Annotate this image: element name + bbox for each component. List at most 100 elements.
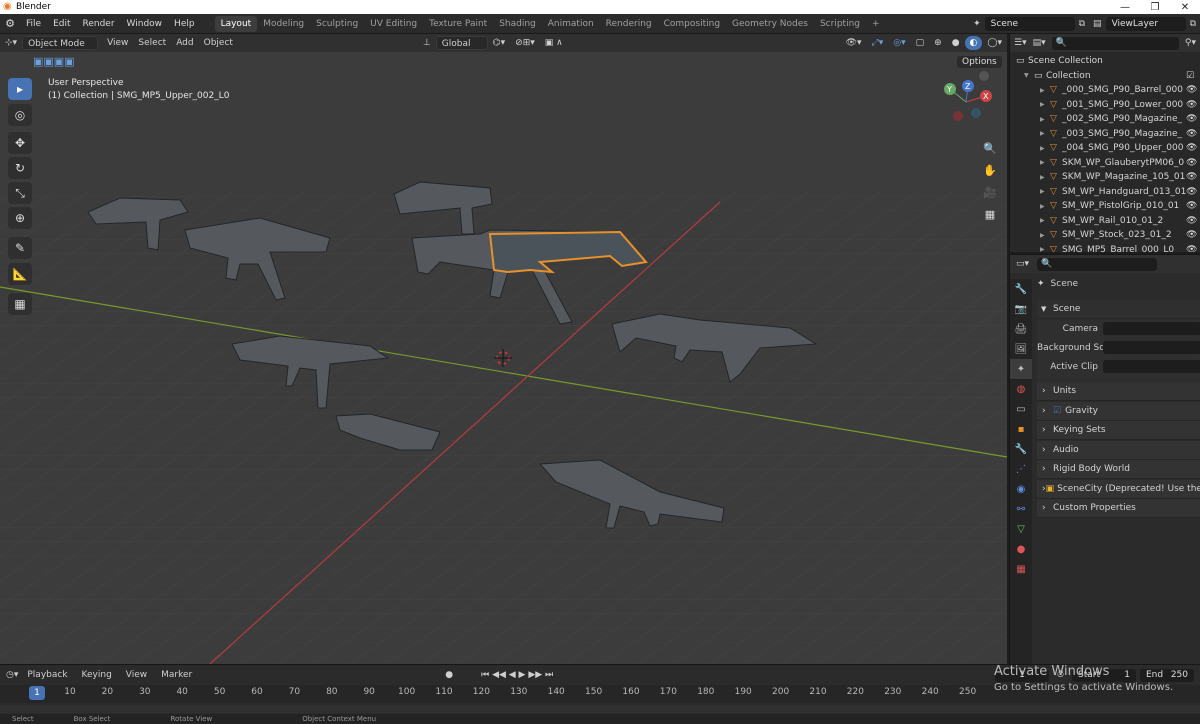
annotate-tool-icon[interactable]: ✎ [8,237,32,259]
playback-menu[interactable]: Playback [22,668,72,682]
eye-icon[interactable]: 👁 [1186,245,1200,252]
cursor-tool-icon[interactable]: ◎ [8,104,32,126]
camera-field[interactable] [1103,322,1200,335]
editor-type-icon[interactable]: ⊹▾ [0,36,22,50]
object-tab-icon[interactable]: ▪ [1010,419,1032,439]
add-cube-tool-icon[interactable]: ▦ [8,293,32,315]
display-mode-icon[interactable]: ▤▾ [1033,38,1046,48]
scene-tab-icon[interactable]: ✦ [1010,359,1032,379]
material-shading-icon[interactable]: ◐ [964,36,983,50]
render-tab-icon[interactable]: 📷 [1010,299,1032,319]
select-tool-icon[interactable]: ▸ [8,78,32,100]
particles-tab-icon[interactable]: ⋰ [1010,459,1032,479]
scene-selector[interactable]: Scene [984,16,1075,31]
orientation-dropdown[interactable]: Global [435,36,488,50]
filter-icon[interactable]: ⚲▾ [1185,38,1196,48]
object-mode-dropdown[interactable]: Object Mode [22,36,99,50]
copy-view-layer-icon[interactable]: ⧉ [1186,19,1200,29]
scale-tool-icon[interactable]: ⤡ [8,182,32,204]
rendered-shading-icon[interactable]: ◯▾ [982,36,1007,50]
tab-layout[interactable]: Layout [214,15,258,32]
end-frame-field[interactable]: End 250 [1140,668,1194,682]
eye-icon[interactable]: 👁 [1186,143,1200,153]
keying-sets-panel[interactable]: › Keying Sets [1037,421,1200,440]
collection-tab-icon[interactable]: ▭ [1010,399,1032,419]
move-tool-icon[interactable]: ✥ [8,132,32,154]
expand-icon[interactable]: ▼ [1024,72,1034,79]
menu-edit[interactable]: Edit [47,19,76,29]
eye-icon[interactable]: 👁 [1186,114,1200,124]
tool-tab-icon[interactable]: 🔧 [1010,279,1032,299]
material-tab-icon[interactable]: ● [1010,539,1032,559]
custom-properties-panel[interactable]: › Custom Properties [1037,499,1200,518]
eye-icon[interactable]: 👁 [1186,172,1200,182]
output-tab-icon[interactable]: 🖨 [1010,319,1032,339]
eye-icon[interactable]: 👁 [1186,230,1200,240]
expand-icon[interactable]: ▶ [1040,203,1050,210]
measure-tool-icon[interactable]: 📐 [8,263,32,285]
zoom-icon[interactable]: 🔍 [980,138,1000,158]
tab-rendering[interactable]: Rendering [600,16,658,32]
menu-render[interactable]: Render [77,19,121,29]
tab-compositing[interactable]: Compositing [658,16,726,32]
expand-icon[interactable]: ▶ [1040,116,1050,123]
menu-object[interactable]: Object [199,36,238,50]
menu-add[interactable]: Add [171,36,198,50]
outliner-editor-icon[interactable]: ☰▾ [1014,38,1027,48]
outliner-item[interactable]: ▶ ▽ SMG_MP5_Barrel_000_L0 👁 [1010,243,1200,252]
view-layer-selector[interactable]: ViewLayer [1105,16,1186,31]
outliner-item[interactable]: ▶ ▽ _004_SMG_P90_Upper_000 👁 [1010,141,1200,156]
options-dropdown[interactable]: Options [957,56,1002,68]
eye-icon[interactable]: 👁 [1186,216,1200,226]
units-panel[interactable]: › Units [1037,382,1200,401]
pivot-icon[interactable]: ⌬▾ [488,36,510,50]
timeline-scrollbar[interactable] [0,705,1200,713]
gizmo-toggle-icon[interactable]: ⤢▾ [867,36,889,50]
transform-tool-icon[interactable]: ⊕ [8,207,32,229]
tab-sculpting[interactable]: Sculpting [310,16,364,32]
tab-texture-paint[interactable]: Texture Paint [423,16,493,32]
outliner-item[interactable]: ▶ ▽ _002_SMG_P90_Magazine_ 👁 [1010,112,1200,127]
background-scene-field[interactable] [1103,341,1200,354]
expand-icon[interactable]: ▶ [1040,217,1050,224]
eye-icon[interactable]: 👁 [1186,129,1200,139]
scene-panel-header[interactable]: ▼ Scene [1037,300,1200,319]
tab-uv-editing[interactable]: UV Editing [364,16,423,32]
pan-hand-icon[interactable]: ✋ [980,160,1000,180]
proportional-edit-icon[interactable]: ▣ ∧ [540,36,568,50]
record-icon[interactable]: ● [445,670,453,680]
tab-shading[interactable]: Shading [493,16,542,32]
tab-animation[interactable]: Animation [542,16,600,32]
menu-file[interactable]: File [20,19,47,29]
physics-tab-icon[interactable]: ◉ [1010,479,1032,499]
outliner-item[interactable]: ▶ ▽ SM_WP_Handguard_013_01 👁 [1010,185,1200,200]
menu-help[interactable]: Help [168,19,201,29]
audio-panel[interactable]: › Audio [1037,441,1200,460]
outliner-item[interactable]: ▶ ▽ SM_WP_Rail_010_01_2 👁 [1010,214,1200,229]
eye-icon[interactable]: 👁 [1186,85,1200,95]
constraints-tab-icon[interactable]: ⚯ [1010,499,1032,519]
properties-editor-icon[interactable]: ▭▾ [1016,259,1029,269]
select-mode-icons[interactable]: ▣▣▣▣ [33,55,75,68]
wireframe-shading-icon[interactable]: ⊕ [929,36,947,50]
checkbox-icon[interactable]: ☑ [1186,71,1200,81]
visibility-icon[interactable]: 👁▾ [841,36,867,50]
marker-menu[interactable]: Marker [156,668,197,682]
menu-window[interactable]: Window [121,19,169,29]
snap-icon[interactable]: ⊘⊞▾ [510,36,540,50]
menu-view[interactable]: View [102,36,133,50]
expand-icon[interactable]: ▶ [1040,87,1050,94]
xray-icon[interactable]: ▢ [911,36,930,50]
outliner-item[interactable]: ▶ ▽ _001_SMG_P90_Lower_000 👁 [1010,98,1200,113]
scenecity-panel[interactable]: ›▣SceneCity (Deprecated! Use the node [1037,480,1200,499]
blender-menu-icon[interactable]: ⚙ [0,17,20,30]
outliner-item[interactable]: ▶ ▽ _003_SMG_P90_Magazine_ 👁 [1010,127,1200,142]
eye-icon[interactable]: 👁 [1186,201,1200,211]
expand-icon[interactable]: ▶ [1040,159,1050,166]
playhead[interactable]: 1 [29,686,45,700]
outliner-item[interactable]: ▶ ▽ SKM_WP_Magazine_105_01 👁 [1010,170,1200,185]
add-workspace-button[interactable]: + [866,16,886,32]
eye-icon[interactable]: 👁 [1186,187,1200,197]
tab-geometry-nodes[interactable]: Geometry Nodes [726,16,814,32]
tab-modeling[interactable]: Modeling [257,16,310,32]
